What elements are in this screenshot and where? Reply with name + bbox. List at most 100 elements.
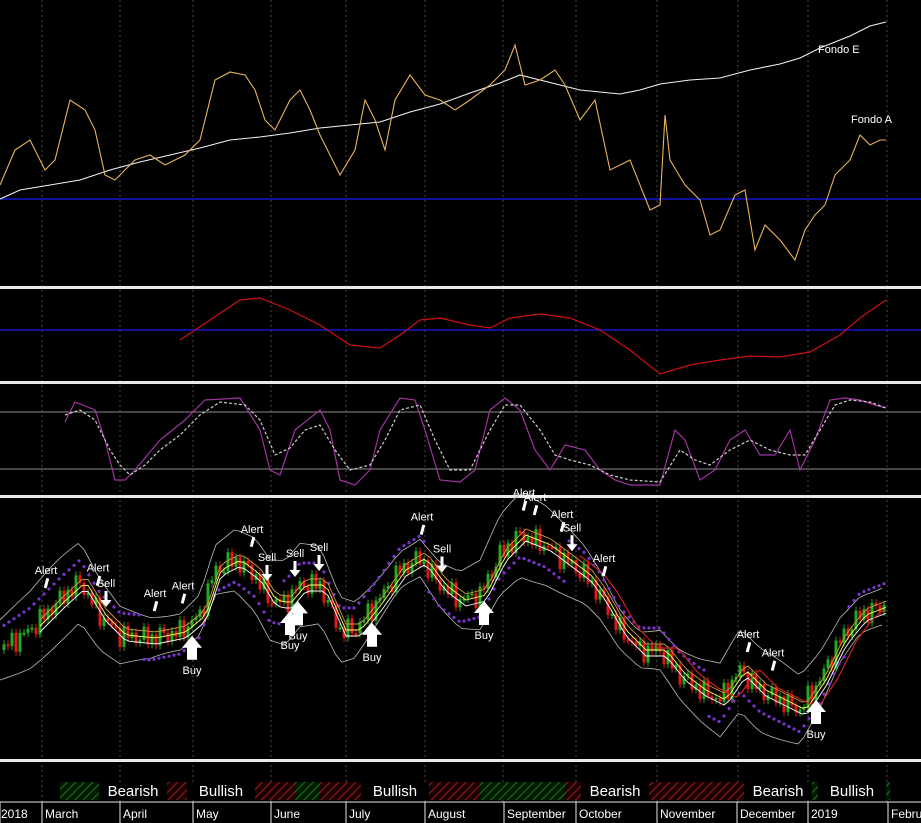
trailing-stop-dot — [247, 590, 251, 595]
regime-bar: Bearish Bullish Bullish Bearish Bearish Bulli… — [60, 782, 890, 800]
trailing-stop-dot — [42, 592, 46, 596]
trailing-stop-dot — [372, 582, 376, 586]
trailing-stop-dot — [852, 598, 856, 603]
trailing-stop-dot — [322, 570, 326, 574]
candle-body — [646, 645, 650, 663]
panel-divider-3 — [0, 495, 921, 498]
trailing-stop-dot — [217, 588, 221, 592]
trailing-stop-dot — [352, 606, 356, 610]
trailing-stop-dot — [577, 546, 581, 551]
candle-body — [470, 593, 474, 596]
regime-segment — [60, 782, 100, 800]
trailing-stop-dot — [182, 649, 186, 653]
trailing-stop-dot — [517, 556, 521, 560]
trailing-stop-dot — [567, 539, 571, 543]
trailing-stop-dot — [142, 657, 146, 662]
buy-label: Buy — [289, 630, 308, 642]
candle-body — [270, 602, 274, 605]
trailing-stop-dot — [157, 656, 161, 660]
candle-body — [126, 625, 130, 638]
trailing-stop-dot — [557, 575, 561, 580]
sell-label: Sell — [433, 544, 451, 556]
trailing-stop-dot — [862, 589, 866, 594]
trailing-stop-dot — [512, 561, 516, 565]
trailing-stop-dot — [467, 618, 471, 622]
alert-label: Alert — [241, 524, 264, 536]
trailing-stop-dot — [12, 617, 16, 621]
trailing-stop-dot — [2, 623, 6, 627]
candle-body — [286, 594, 290, 613]
trailing-stop-dot — [842, 655, 846, 659]
trailing-stop-dot — [72, 563, 76, 568]
trailing-stop-dot — [427, 590, 431, 594]
alert-label: Alert — [762, 648, 785, 660]
trailing-stop-dot — [522, 557, 526, 561]
trailing-stop-dot — [607, 587, 611, 591]
trailing-stop-dot — [487, 597, 491, 601]
trailing-stop-dot — [712, 717, 716, 721]
candle-body — [182, 620, 186, 638]
trailing-stop-dot — [447, 612, 451, 616]
series-label-fondo-e: Fondo E — [818, 44, 860, 56]
trailing-stop-dot — [767, 714, 771, 719]
trailing-stop-dot — [777, 719, 781, 724]
trailing-stop-dot — [752, 704, 756, 708]
trailing-stop-dot — [7, 620, 11, 624]
alert-label: Alert — [172, 580, 195, 592]
trailing-stop-dot — [237, 583, 241, 587]
trailing-stop-dot — [847, 605, 851, 609]
candle-body — [222, 571, 226, 574]
candle-body — [30, 627, 34, 630]
candle-body — [10, 632, 14, 647]
candle-body — [326, 600, 330, 603]
candle-body — [170, 630, 174, 642]
candle-body — [226, 552, 230, 572]
candle-body — [18, 632, 22, 652]
candle-body — [22, 632, 26, 635]
candle-body — [166, 632, 170, 642]
trailing-stop-dot — [722, 714, 726, 718]
trailing-stop-dot — [127, 612, 131, 616]
panel-divider-2 — [0, 381, 921, 384]
trailing-stop-dot — [882, 582, 886, 586]
trailing-stop-dot — [472, 616, 476, 621]
regime-label-bullish: Bullish — [830, 783, 874, 800]
x-tick-label: November — [660, 807, 715, 821]
x-tick-label: March — [45, 807, 78, 821]
regime-label-bearish: Bearish — [753, 783, 804, 800]
trailing-stop-dot — [787, 724, 791, 729]
trailing-stop-dot — [502, 571, 506, 575]
trailing-stop-dot — [542, 565, 546, 569]
trailing-stop-dot — [122, 611, 126, 616]
trailing-stop-dot — [462, 619, 466, 623]
trailing-stop-dot — [822, 692, 826, 696]
x-tick-label: October — [579, 807, 622, 821]
sell-label: Sell — [286, 548, 304, 560]
trailing-stop-dot — [77, 559, 81, 563]
trailing-stop-dot — [782, 722, 786, 726]
series-label-fondo-a: Fondo A — [851, 114, 893, 126]
candle-body — [714, 697, 718, 700]
candle-body — [26, 628, 30, 633]
candle-body — [146, 626, 150, 645]
trailing-stop-dot — [702, 668, 706, 672]
trailing-stop-dot — [342, 606, 346, 610]
trailing-stop-dot — [257, 602, 261, 606]
candle-body — [34, 627, 38, 635]
candle-body — [802, 708, 806, 711]
trailing-stop-dot — [392, 554, 396, 559]
trailing-stop-dot — [152, 657, 156, 661]
candle-body — [718, 697, 722, 702]
trailing-stop-dot — [227, 583, 231, 587]
trailing-stop-dot — [232, 580, 236, 585]
trailing-stop-dot — [582, 550, 586, 554]
trailing-stop-dot — [117, 610, 121, 614]
trailing-stop-dot — [537, 563, 541, 567]
trailing-stop-dot — [697, 665, 701, 669]
regime-segment — [660, 782, 690, 800]
trailing-stop-dot — [377, 575, 381, 580]
trailing-stop-dot — [52, 582, 56, 586]
trailing-stop-dot — [627, 615, 631, 619]
trailing-stop-dot — [747, 699, 751, 703]
trailing-stop-dot — [617, 604, 621, 608]
